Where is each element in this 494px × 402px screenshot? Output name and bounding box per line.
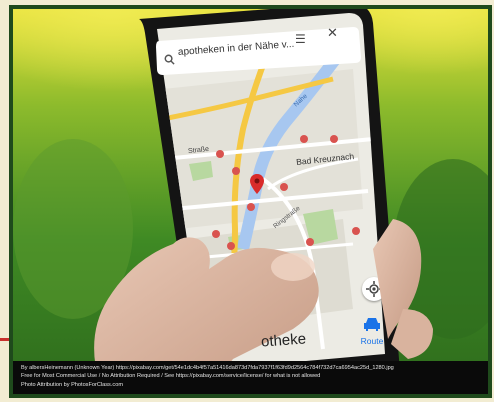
caption-line-3: Photo Attribution by PhotosForClass.com [21,381,123,388]
result-title-partial[interactable]: otheke [260,330,306,350]
route-button[interactable]: Route [355,317,389,346]
caption-line-2: Free for Most Commercial Use / No Attrib… [21,373,321,380]
hand [94,219,433,394]
car-icon [364,318,380,331]
attribution-caption: By albersHeinemann (Unknown Year) https:… [13,361,488,394]
caption-line-1: By albersHeinemann (Unknown Year) https:… [21,365,394,371]
route-label: Route [360,336,384,346]
photo-frame: apotheken in der Nähe v... ☰ ✕ Straße Ba… [9,5,492,398]
